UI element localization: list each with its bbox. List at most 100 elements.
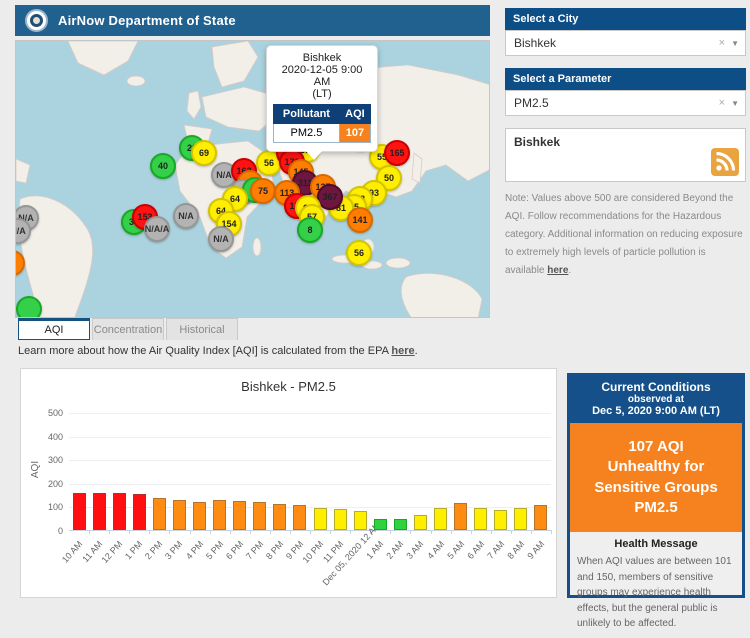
tooltip-lt: (LT) xyxy=(273,88,371,100)
aqi-map-marker[interactable]: 69 xyxy=(191,140,217,166)
chart-bar[interactable] xyxy=(454,503,467,530)
chart-xtick xyxy=(551,530,552,534)
cc-aqi-banner: 107 AQI Unhealthy for Sensitive Groups P… xyxy=(570,423,742,532)
select-city-header: Select a City xyxy=(505,8,746,30)
chart-xtick xyxy=(390,530,391,534)
aqi-map-marker[interactable]: 8 xyxy=(297,217,323,243)
chart-xtick xyxy=(471,530,472,534)
chart-ytick-label: 300 xyxy=(48,455,63,465)
chart-bar[interactable] xyxy=(334,509,347,530)
view-tabs: AQIConcentrationHistorical xyxy=(18,318,238,340)
chart-bar[interactable] xyxy=(93,493,106,530)
aqi-note: Note: Values above 500 are considered Be… xyxy=(505,190,746,280)
feed-box: Bishkek xyxy=(505,128,746,182)
chart-xtick xyxy=(190,530,191,534)
aqi-map-marker[interactable]: N/A xyxy=(173,203,199,229)
chart-bar[interactable] xyxy=(474,508,487,530)
aqi-map-marker[interactable] xyxy=(16,296,42,318)
chart-bar[interactable] xyxy=(494,510,507,530)
aqi-map-marker[interactable]: 40 xyxy=(150,153,176,179)
aqi-world-map[interactable]: N/AN/A402669N/A162104N/A46756464154N/AN/… xyxy=(15,40,490,318)
aqi-map-marker[interactable]: 75 xyxy=(250,178,276,204)
chart-ytick-label: 200 xyxy=(48,479,63,489)
city-clear-icon[interactable]: × xyxy=(719,37,725,49)
chart-bar[interactable] xyxy=(253,502,266,530)
tooltip-col-aqi: AQI xyxy=(339,105,370,124)
city-chevron-down-icon[interactable]: ▼ xyxy=(731,39,739,48)
note-here-link[interactable]: here xyxy=(547,265,568,276)
cc-aqi-parameter: PM2.5 xyxy=(576,498,736,518)
tab-concentration[interactable]: Concentration xyxy=(92,318,164,340)
tab-aqi[interactable]: AQI xyxy=(18,318,90,340)
chart-bar[interactable] xyxy=(193,502,206,530)
chart-bar[interactable] xyxy=(173,500,186,530)
chart-xtick xyxy=(330,530,331,534)
chart-xtick xyxy=(531,530,532,534)
aqi-chart-panel: Bishkek - PM2.5 AQI 010020030040050010 A… xyxy=(20,368,557,598)
tab-historical[interactable]: Historical xyxy=(166,318,238,340)
chart-xtick xyxy=(350,530,351,534)
chart-xtick xyxy=(169,530,170,534)
chart-bar[interactable] xyxy=(434,508,447,530)
note-suffix: . xyxy=(568,265,571,276)
chart-bar[interactable] xyxy=(293,505,306,530)
chart-bar[interactable] xyxy=(414,515,427,530)
chart-bar[interactable] xyxy=(213,500,226,530)
aqi-map-marker[interactable]: N/A xyxy=(208,226,234,252)
epa-link[interactable]: here xyxy=(391,345,414,357)
learn-more-suffix: . xyxy=(415,345,418,357)
chart-bar[interactable] xyxy=(374,519,387,530)
chart-bar[interactable] xyxy=(233,501,246,530)
chart-bar[interactable] xyxy=(113,493,126,530)
chart-xtick xyxy=(451,530,452,534)
learn-more-text: Learn more about how the Air Quality Ind… xyxy=(18,345,418,357)
chart-ylabel: AQI xyxy=(30,461,41,478)
app-header: AirNow Department of State xyxy=(15,5,490,36)
chart-bar[interactable] xyxy=(133,494,146,530)
parameter-chevron-down-icon[interactable]: ▼ xyxy=(731,99,739,108)
chart-bar[interactable] xyxy=(273,504,286,530)
tooltip-pollutant-value: PM2.5 xyxy=(274,124,340,143)
city-dropdown[interactable]: Bishkek × ▼ xyxy=(505,30,746,56)
chart-bar[interactable] xyxy=(314,508,327,530)
tooltip-aqi-value: 107 xyxy=(339,124,370,143)
parameter-clear-icon[interactable]: × xyxy=(719,97,725,109)
current-conditions-header: Current Conditions observed at Dec 5, 20… xyxy=(570,376,742,423)
chart-bar[interactable] xyxy=(73,493,86,530)
aqi-map-marker[interactable]: 56 xyxy=(346,240,372,266)
cc-health-title: Health Message xyxy=(577,538,735,550)
chart-gridline xyxy=(69,460,551,461)
parameter-dropdown[interactable]: PM2.5 × ▼ xyxy=(505,90,746,116)
rss-feed-icon[interactable] xyxy=(711,148,739,176)
chart-xtick xyxy=(89,530,90,534)
tooltip-table: Pollutant AQI PM2.5 107 xyxy=(273,104,371,143)
chart-xtick xyxy=(230,530,231,534)
aqi-map-marker[interactable]: 165 xyxy=(384,140,410,166)
tooltip-city: Bishkek xyxy=(273,52,371,64)
aqi-map-marker[interactable]: N/A/A xyxy=(144,216,170,242)
chart-bar[interactable] xyxy=(514,508,527,530)
chart-xtick xyxy=(431,530,432,534)
chart-ytick-label: 100 xyxy=(48,502,63,512)
cc-title: Current Conditions xyxy=(572,380,740,394)
chart-plot-area: 010020030040050010 AM11 AM12 PM1 PM2 PM3… xyxy=(69,413,551,531)
chart-bar[interactable] xyxy=(394,519,407,530)
chart-xtick xyxy=(149,530,150,534)
chart-bar[interactable] xyxy=(153,498,166,530)
current-conditions-panel: Current Conditions observed at Dec 5, 20… xyxy=(567,373,745,598)
note-text: Note: Values above 500 are considered Be… xyxy=(505,193,743,276)
chart-gridline xyxy=(69,484,551,485)
chart-xtick xyxy=(210,530,211,534)
cc-aqi-category: Unhealthy for Sensitive Groups xyxy=(576,457,736,498)
cc-datetime: Dec 5, 2020 9:00 AM (LT) xyxy=(572,405,740,417)
chart-bar[interactable] xyxy=(354,511,367,530)
aqi-map-marker[interactable]: 141 xyxy=(347,207,373,233)
chart-xtick xyxy=(109,530,110,534)
cc-health-section: Health Message When AQI values are betwe… xyxy=(570,532,742,638)
map-tooltip: Bishkek 2020-12-05 9:00 AM (LT) Pollutan… xyxy=(266,45,378,152)
chart-xtick xyxy=(491,530,492,534)
chart-ytick-label: 0 xyxy=(58,526,63,536)
chart-bar[interactable] xyxy=(534,505,547,530)
cc-health-text: When AQI values are between 101 and 150,… xyxy=(577,554,735,632)
select-parameter-header: Select a Parameter xyxy=(505,68,746,90)
